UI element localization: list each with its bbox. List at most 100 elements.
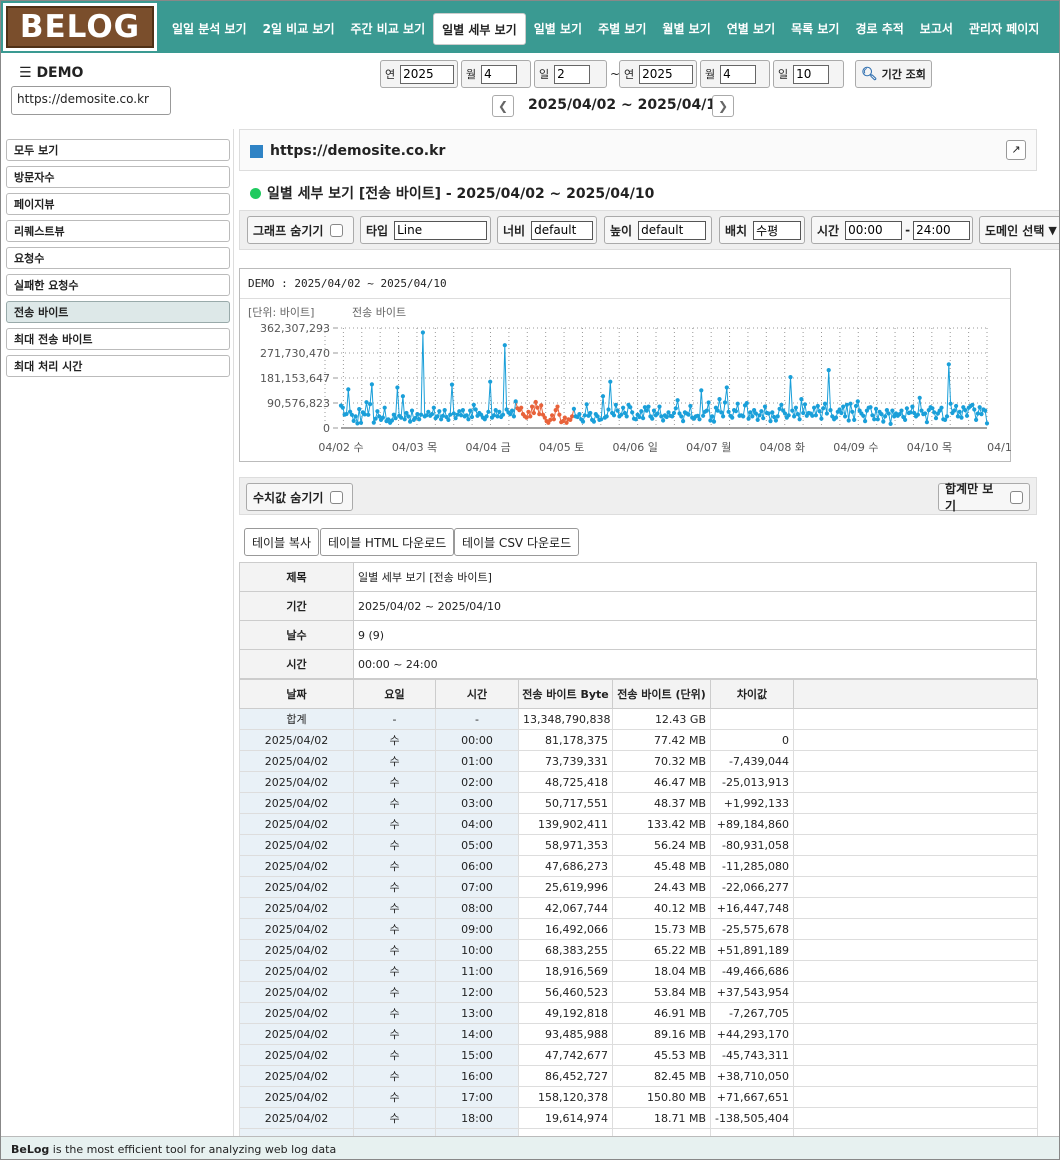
table-cell: 2025/04/02 [239,918,354,940]
date-part-label: 연 [624,68,635,81]
date-part-input[interactable] [481,64,518,84]
domain-select-button[interactable]: 도메인 선택 ▼ [979,216,1059,244]
column-header[interactable]: 차이값 [710,679,794,709]
table-cell-empty [793,1044,1038,1066]
nav-item[interactable]: 일별 보기 [526,13,590,45]
hide-values-checkbox[interactable] [330,490,344,504]
download-csv-button[interactable]: 테이블 CSV 다운로드 [454,528,580,556]
date-part-from-0[interactable]: 연 [380,60,458,88]
column-header[interactable]: 요일 [353,679,436,709]
y-tick-label: 362,307,293 [260,322,330,335]
site-header: https://demosite.co.kr ↗ [239,129,1037,171]
sidebar-item[interactable]: 요청수 [6,247,230,269]
data-point [600,394,606,399]
data-point [510,408,515,413]
sidebar-item[interactable]: 리퀘스트뷰 [6,220,230,242]
hide-graph-checkbox[interactable] [330,223,344,237]
sidebar-item[interactable]: 방문자수 [6,166,230,188]
period-search-button[interactable]: 🔍︎ 기간 조회 [855,60,932,88]
date-part-to-1[interactable]: 월 [700,60,770,88]
nav-item[interactable]: 월별 보기 [654,13,718,45]
sidebar-item[interactable]: 모두 보기 [6,139,230,161]
nav-item[interactable]: 2일 비교 보기 [255,13,343,45]
height-input[interactable] [638,220,707,240]
sidebar-item[interactable]: 전송 바이트 [6,301,230,323]
data-point [946,362,951,367]
time-range-control[interactable]: 시간 - [811,216,973,244]
chart-type-input[interactable] [394,220,488,240]
data-point [446,417,451,422]
table-cell: 2025/04/02 [239,771,354,793]
data-point [630,410,635,415]
belog-logo[interactable]: BELOG [6,6,154,48]
data-point [963,408,968,413]
table-cell: 139,902,411 [518,813,613,835]
footer-brand: BeLog [11,1143,50,1156]
nav-item[interactable]: 일일 분석 보기 [164,13,255,45]
date-part-label: 월 [466,68,477,81]
date-part-from-2[interactable]: 일 [534,60,607,88]
hide-values-toggle[interactable]: 수치값 숨기기 [246,483,353,511]
data-point [944,414,950,419]
layout-input[interactable] [753,220,802,240]
nav-item[interactable]: 목록 보기 [783,13,847,45]
width-input[interactable] [531,220,594,240]
date-part-input[interactable] [400,64,455,84]
demo-title[interactable]: ☰ DEMO [19,65,83,81]
prev-period-button[interactable]: ❮ [492,95,514,117]
date-part-from-1[interactable]: 월 [461,60,531,88]
width-control[interactable]: 너비 [497,216,597,244]
data-point [380,415,385,420]
sidebar-item[interactable]: 페이지뷰 [6,193,230,215]
copy-table-button[interactable]: 테이블 복사 [244,528,320,556]
data-point [628,405,633,410]
chart-type-select[interactable]: 타입 [360,216,491,244]
data-point [580,419,586,424]
column-header[interactable]: 전송 바이트 (단위) [612,679,711,709]
chart-container: DEMO : 2025/04/02 ~ 2025/04/10 [단위: 바이트]… [239,268,1012,462]
data-point [779,402,784,407]
column-header[interactable]: 날짜 [239,679,354,709]
column-header[interactable] [793,679,1038,709]
time-from-input[interactable] [845,220,903,240]
nav-item[interactable]: 경로 추적 [847,13,911,45]
nav-item[interactable]: 주간 비교 보기 [343,13,434,45]
download-html-button[interactable]: 테이블 HTML 다운로드 [320,528,455,556]
sidebar-item[interactable]: 실패한 요청수 [6,274,230,296]
column-header[interactable]: 시간 [435,679,519,709]
layout-control[interactable]: 배치 [719,216,805,244]
sidebar-item[interactable]: 최대 전송 바이트 [6,328,230,350]
site-selector[interactable]: https://demosite.co.kr [11,86,171,115]
table-cell: 2025/04/02 [239,876,354,898]
date-part-input[interactable] [793,64,830,84]
sidebar: 모두 보기방문자수페이지뷰리퀘스트뷰요청수실패한 요청수전송 바이트최대 전송 … [6,139,230,382]
height-control[interactable]: 높이 [604,216,712,244]
logo-container[interactable]: BELOG [3,3,157,51]
data-point [611,413,617,418]
table-cell: 2025/04/02 [239,981,354,1003]
data-point [393,416,398,421]
date-part-to-0[interactable]: 연 [619,60,697,88]
menu-icon[interactable]: ☰ [19,65,32,81]
nav-item[interactable]: 관리자 페이지 [961,13,1047,45]
data-point [448,412,453,417]
totals-only-checkbox[interactable] [1010,490,1023,504]
date-part-input[interactable] [554,64,591,84]
next-period-button[interactable]: ❯ [712,95,734,117]
hide-graph-toggle[interactable]: 그래프 숨기기 [247,216,354,244]
nav-item[interactable]: 일별 세부 보기 [433,13,526,45]
table-cell: 수 [353,1002,436,1024]
nav-item[interactable]: 연별 보기 [719,13,783,45]
date-part-input[interactable] [720,64,757,84]
sidebar-item[interactable]: 최대 처리 시간 [6,355,230,377]
date-part-input[interactable] [639,64,694,84]
data-point [577,412,582,417]
totals-only-toggle[interactable]: 합계만 보기 [938,482,1030,513]
time-to-input[interactable] [913,220,971,240]
date-part-to-2[interactable]: 일 [773,60,844,88]
nav-item[interactable]: 보고서 [912,13,961,45]
table-cell: 16,492,066 [518,918,613,940]
nav-item[interactable]: 주별 보기 [590,13,654,45]
external-link-icon[interactable]: ↗ [1006,140,1026,160]
column-header[interactable]: 전송 바이트 Byte [518,679,613,709]
